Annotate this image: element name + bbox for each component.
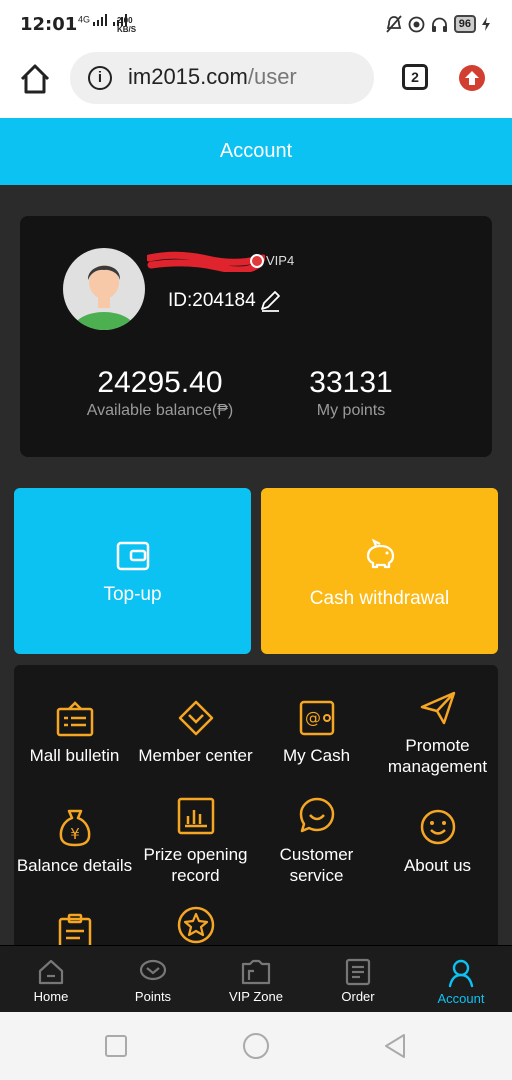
menu-item-member-center[interactable]: Member center bbox=[135, 699, 256, 766]
mute-bell-icon bbox=[386, 15, 402, 33]
network-speed: 2.00 KB/S bbox=[117, 16, 137, 34]
tab-points[interactable]: Points bbox=[102, 946, 204, 1013]
user-id: ID:204184 bbox=[168, 290, 281, 312]
status-icons: 96 bbox=[386, 15, 490, 33]
topup-button[interactable]: Top-up bbox=[14, 488, 251, 654]
piggy-bank-icon bbox=[366, 538, 394, 569]
money-bag-icon: ¥ bbox=[59, 809, 90, 847]
menu-label: Member center bbox=[138, 746, 253, 765]
recent-apps-icon[interactable] bbox=[105, 1035, 127, 1057]
page-title: Account bbox=[0, 118, 512, 185]
menu-label: Prize opening record bbox=[143, 845, 248, 885]
bar-chart-icon bbox=[177, 797, 214, 835]
bulletin-icon bbox=[56, 701, 93, 737]
bottom-tab-bar: Home Points VIP Zone Order Account bbox=[0, 945, 512, 1012]
menu-item-my-cash[interactable]: @ My Cash bbox=[256, 699, 377, 766]
battery-indicator: 96 bbox=[453, 15, 476, 33]
browser-toolbar: i im2015.com/user 2 bbox=[0, 50, 512, 118]
avatar[interactable] bbox=[63, 248, 145, 330]
menu-label: My Cash bbox=[282, 746, 351, 765]
profile-card: VIP4 ID:204184 24295.40 Available balanc… bbox=[20, 216, 492, 457]
vip-zone-icon bbox=[241, 959, 271, 985]
paper-plane-icon bbox=[420, 691, 455, 725]
edit-pencil-icon[interactable] bbox=[259, 290, 281, 312]
account-icon bbox=[448, 959, 474, 988]
my-points: 33131 My points bbox=[256, 366, 446, 420]
menu-label: About us bbox=[403, 856, 472, 875]
charging-icon bbox=[482, 17, 490, 31]
menu-grid: Mall bulletin Member center @ My Cash Pr… bbox=[14, 665, 498, 965]
vip-badge-icon bbox=[250, 253, 264, 268]
menu-label: Promote management bbox=[387, 736, 488, 776]
menu-item-about-us[interactable]: About us bbox=[377, 807, 498, 876]
home-circle-icon[interactable] bbox=[243, 1033, 269, 1059]
menu-label: Mall bulletin bbox=[29, 746, 120, 765]
menu-item-customer-service[interactable]: Customer service bbox=[256, 796, 377, 886]
menu-item-promote-management[interactable]: Promote management bbox=[377, 689, 498, 777]
card-wallet-icon bbox=[116, 541, 149, 571]
avatar-image bbox=[70, 265, 138, 330]
topup-label: Top-up bbox=[103, 584, 162, 605]
svg-text:¥: ¥ bbox=[70, 825, 80, 843]
available-balance: 24295.40 Available balance(₱) bbox=[65, 366, 255, 420]
tab-home[interactable]: Home bbox=[0, 946, 102, 1013]
system-navigation-bar bbox=[0, 1012, 512, 1080]
chat-smile-icon bbox=[299, 797, 334, 833]
address-bar[interactable]: i im2015.com/user bbox=[70, 52, 374, 104]
status-time: 12:01 bbox=[20, 14, 78, 35]
menu-label: Customer service bbox=[279, 845, 354, 885]
browser-home-icon[interactable] bbox=[18, 62, 52, 96]
points-icon bbox=[139, 959, 167, 981]
points-label: My points bbox=[316, 402, 386, 419]
smiley-icon bbox=[420, 809, 455, 845]
tab-account[interactable]: Account bbox=[410, 946, 512, 1013]
menu-item-partial-star[interactable] bbox=[135, 905, 256, 945]
site-info-icon[interactable]: i bbox=[88, 66, 112, 90]
member-center-icon bbox=[178, 700, 213, 736]
vip-badge: VIP4 bbox=[250, 253, 294, 268]
menu-item-mall-bulletin[interactable]: Mall bulletin bbox=[14, 701, 135, 766]
order-icon bbox=[345, 958, 371, 986]
menu-label: Balance details bbox=[16, 856, 133, 875]
headphones-icon bbox=[431, 17, 447, 32]
svg-text:@: @ bbox=[305, 708, 321, 727]
cash-withdrawal-button[interactable]: Cash withdrawal bbox=[261, 488, 498, 654]
data-saver-icon bbox=[408, 16, 425, 32]
withdraw-label: Cash withdrawal bbox=[309, 588, 450, 609]
wallet-icon: @ bbox=[299, 700, 334, 736]
tab-order[interactable]: Order bbox=[307, 946, 409, 1013]
back-triangle-icon[interactable] bbox=[385, 1034, 405, 1058]
status-bar: 12:01 4G 2.00 KB/S 96 bbox=[0, 0, 512, 50]
redacted-username bbox=[147, 251, 265, 272]
menu-item-prize-opening-record[interactable]: Prize opening record bbox=[135, 796, 256, 886]
points-value: 33131 bbox=[309, 366, 393, 399]
update-icon[interactable] bbox=[459, 65, 485, 91]
balance-label: Available balance(₱) bbox=[86, 402, 234, 419]
url-text[interactable]: im2015.com/user bbox=[128, 64, 368, 90]
tab-switcher-button[interactable]: 2 bbox=[402, 64, 428, 90]
tab-vip-zone[interactable]: VIP Zone bbox=[205, 946, 307, 1013]
menu-item-balance-details[interactable]: ¥ Balance details bbox=[14, 807, 135, 876]
star-badge-icon bbox=[177, 906, 214, 944]
balance-value: 24295.40 bbox=[97, 366, 223, 399]
home-icon bbox=[38, 959, 64, 985]
